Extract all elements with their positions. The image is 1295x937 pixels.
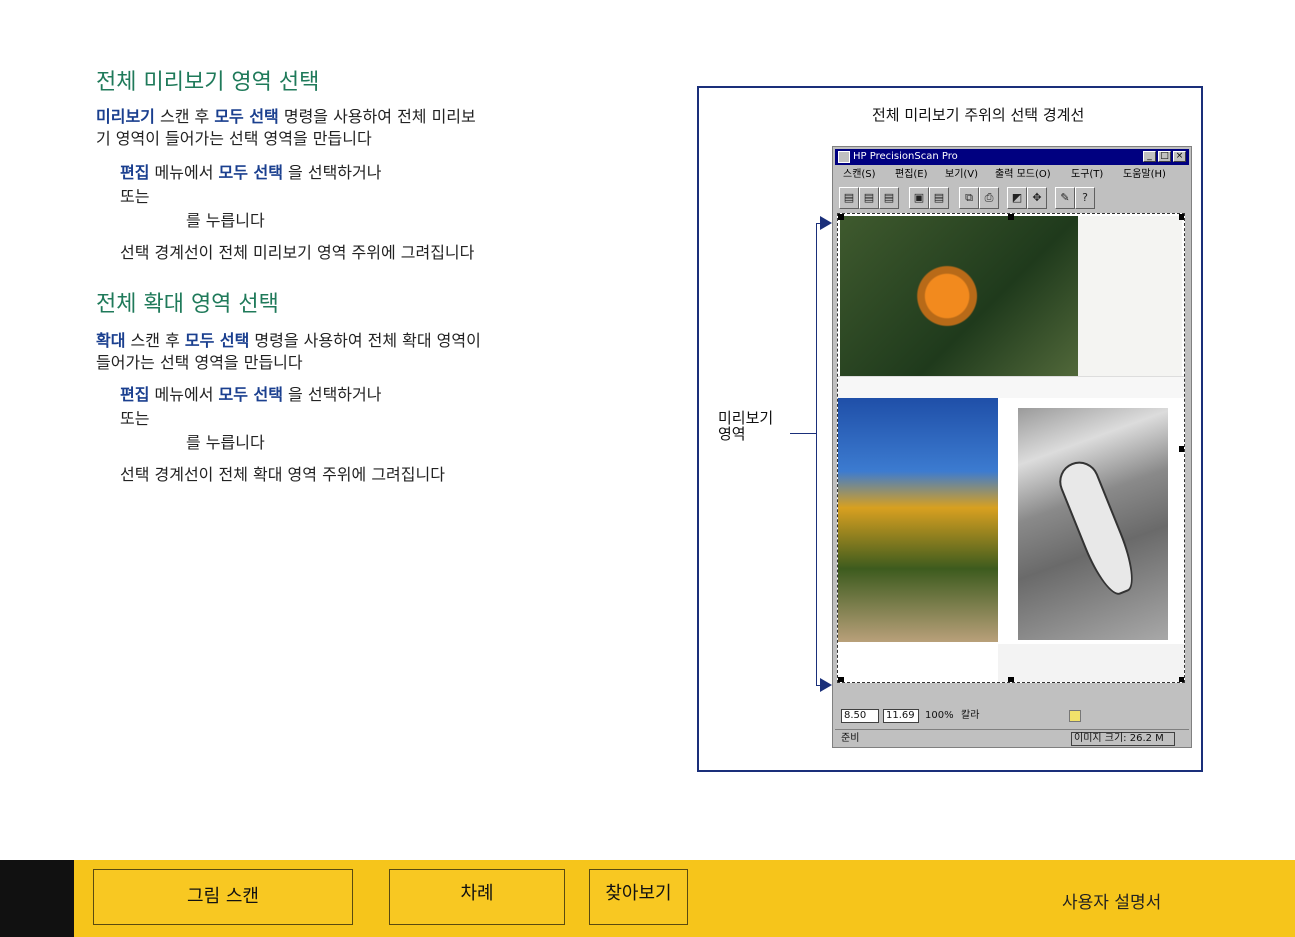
info-icon[interactable]: [1069, 710, 1081, 722]
arrow-bottom-icon: [820, 678, 832, 692]
step-result: 선택 경계선이 전체 확대 영역 주위에 그려집니다: [120, 465, 445, 484]
keyword-select-all: 모두 선택: [184, 331, 250, 350]
scan-to-icon[interactable]: ▤: [929, 187, 949, 209]
section-intro-zoom: 확대 스캔 후 모두 선택 명령을 사용하여 전체 확대 영역이 들어가는 선택…: [96, 330, 606, 374]
step-menu: 편집 메뉴에서 모두 선택 을 선택하거나: [120, 162, 381, 184]
intro-text-line2: 들어가는 선택 영역을 만듭니다: [96, 353, 303, 372]
step-menu: 편집 메뉴에서 모두 선택 을 선택하거나: [120, 384, 381, 406]
status-bar: 준비 이미지 크기: 26.2 M: [835, 729, 1189, 747]
menu-edit[interactable]: 편집(E): [895, 166, 928, 184]
step-press: 를 누릅니다: [186, 211, 265, 230]
dimension-bar: 8.50 11.69 100% 칼라: [837, 707, 1187, 725]
selection-handle[interactable]: [1179, 214, 1184, 220]
preview-area[interactable]: [837, 213, 1185, 683]
scan-picture-button[interactable]: 그림 스캔: [93, 869, 353, 925]
keyword-preview: 미리보기: [96, 107, 155, 126]
menu-scan[interactable]: 스캔(S): [843, 166, 876, 184]
intro-text: 스캔 후: [154, 107, 215, 126]
selection-handle[interactable]: [838, 214, 844, 220]
keyword-edit: 편집: [120, 385, 150, 404]
maximize-icon[interactable]: □: [1158, 151, 1171, 162]
footer-title: 사용자 설명서: [1062, 893, 1162, 913]
menu-tools[interactable]: 도구(T): [1071, 166, 1103, 184]
paper-bottom: [998, 644, 1184, 682]
arrow-top-icon: [820, 216, 832, 230]
step-or: 또는: [120, 187, 150, 206]
callout-leader: [790, 433, 816, 434]
minimize-icon[interactable]: _: [1143, 151, 1156, 162]
section-heading-preview: 전체 미리보기 영역 선택: [96, 70, 320, 95]
selection-handle[interactable]: [1179, 677, 1184, 682]
menu-view[interactable]: 보기(V): [945, 166, 978, 184]
section-heading-zoom: 전체 확대 영역 선택: [96, 292, 279, 317]
status-text: 준비: [841, 733, 860, 744]
bracket-vertical: [816, 223, 817, 685]
intro-text-line2: 기 영역이 들어가는 선택 영역을 만듭니다: [96, 129, 372, 148]
menu-help[interactable]: 도움말(H): [1123, 166, 1166, 184]
paper-edge: [838, 376, 1184, 398]
keyword-edit: 편집: [120, 163, 150, 182]
blank-page-strip: [1078, 216, 1182, 376]
tool-icon[interactable]: ✎: [1055, 187, 1075, 209]
intro-text: 명령을 사용하여 전체 확대 영역이: [249, 331, 481, 350]
step-text: 메뉴에서: [149, 163, 219, 182]
scan-preview-icon[interactable]: ▤: [879, 187, 899, 209]
callout-label: 미리보기 영역: [718, 410, 773, 442]
keyword-select-all: 모두 선택: [218, 385, 283, 404]
forest-photo: [838, 398, 998, 642]
step-or: 또는: [120, 409, 150, 428]
scan-zoom-icon[interactable]: ▤: [859, 187, 879, 209]
help-cursor-icon[interactable]: ?: [1075, 187, 1095, 209]
app-window: HP PrecisionScan Pro _ □ × 스캔(S) 편집(E) 보…: [832, 146, 1192, 748]
boat-photo: [1018, 408, 1168, 640]
intro-text: 명령을 사용하여 전체 미리보: [278, 107, 476, 126]
window-titlebar: HP PrecisionScan Pro _ □ ×: [835, 149, 1189, 165]
flower-photo: [840, 216, 1078, 376]
width-field[interactable]: 8.50: [841, 709, 879, 723]
step-text: 을 선택하거나: [282, 385, 382, 404]
step-result: 선택 경계선이 전체 미리보기 영역 주위에 그려집니다: [120, 243, 475, 262]
selection-handle[interactable]: [838, 677, 844, 682]
window-title: HP PrecisionScan Pro: [853, 151, 958, 162]
close-icon[interactable]: ×: [1173, 151, 1186, 162]
callout-line2: 영역: [718, 425, 746, 443]
move-icon[interactable]: ✥: [1027, 187, 1047, 209]
boat-shape: [1053, 455, 1143, 601]
keyword-select-all: 모두 선택: [218, 163, 283, 182]
selection-handle[interactable]: [1179, 446, 1184, 452]
resize-icon[interactable]: ◩: [1007, 187, 1027, 209]
selection-handle[interactable]: [1008, 677, 1014, 682]
step-text: 을 선택하거나: [282, 163, 382, 182]
section-intro-preview: 미리보기 스캔 후 모두 선택 명령을 사용하여 전체 미리보 기 영역이 들어…: [96, 106, 606, 150]
menu-output[interactable]: 출력 모드(O): [995, 166, 1051, 184]
toc-button[interactable]: 차례: [389, 869, 565, 925]
height-field[interactable]: 11.69: [883, 709, 919, 723]
copy-icon[interactable]: ⧉: [959, 187, 979, 209]
save-icon[interactable]: ▣: [909, 187, 929, 209]
print-icon[interactable]: ⎙: [979, 187, 999, 209]
keyword-zoom: 확대: [96, 331, 126, 350]
figure-caption: 전체 미리보기 주위의 선택 경계선: [872, 106, 1085, 124]
color-mode: 칼라: [961, 710, 980, 721]
app-icon: [838, 151, 850, 163]
selection-handle[interactable]: [1008, 214, 1014, 220]
toolbar: ▤ ▤ ▤ ▣ ▤ ⧉ ⎙ ◩ ✥ ✎ ?: [837, 187, 1187, 211]
intro-text: 스캔 후: [125, 331, 185, 350]
image-size: 이미지 크기: 26.2 M: [1071, 732, 1175, 746]
index-button[interactable]: 찾아보기: [589, 869, 688, 925]
callout-line1: 미리보기: [718, 409, 774, 427]
scan-icon[interactable]: ▤: [839, 187, 859, 209]
footer-nav: 그림 스캔 차례 찾아보기 사용자 설명서: [0, 860, 1295, 937]
step-press: 를 누릅니다: [186, 433, 265, 452]
step-text: 메뉴에서: [149, 385, 219, 404]
footer-dark-block: [0, 860, 74, 937]
keyword-select-all: 모두 선택: [214, 107, 279, 126]
menubar: 스캔(S) 편집(E) 보기(V) 출력 모드(O) 도구(T) 도움말(H): [835, 166, 1189, 184]
zoom-level: 100%: [925, 710, 954, 721]
